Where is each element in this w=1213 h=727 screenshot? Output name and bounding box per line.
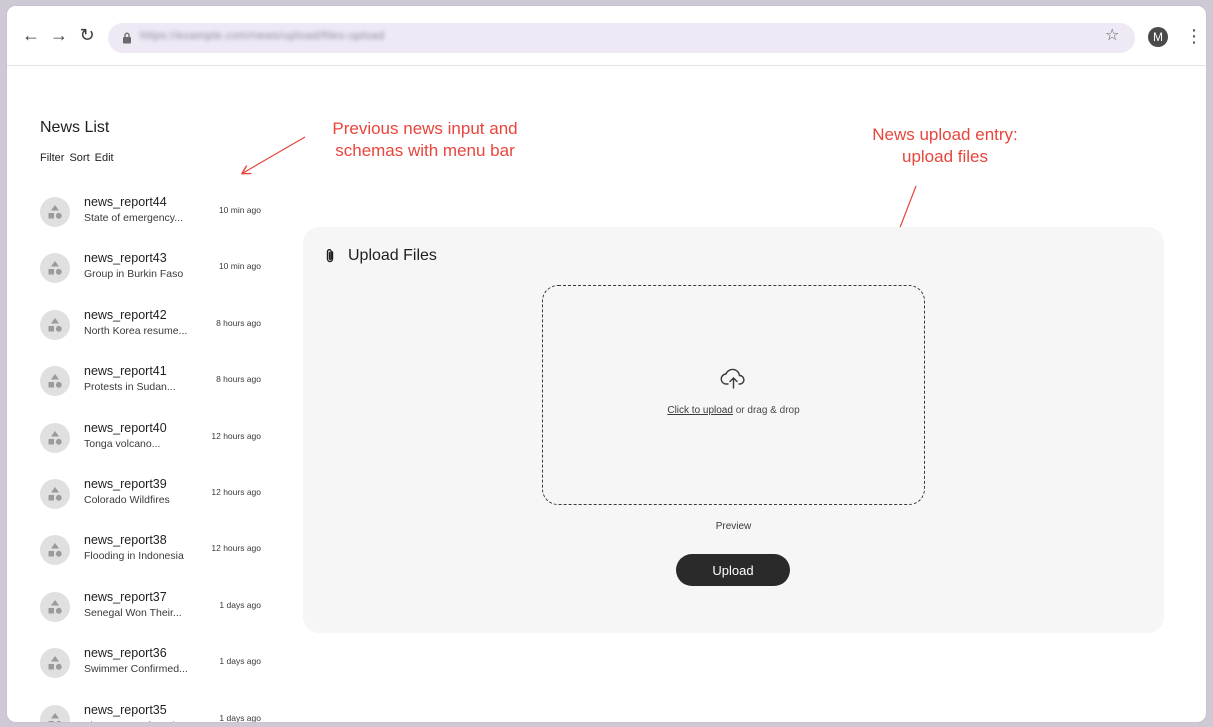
filter-menu-item[interactable]: Filter	[40, 152, 64, 164]
news-item-subtitle: Tonga volcano...	[84, 437, 161, 450]
shapes-placeholder-icon	[48, 712, 62, 722]
news-item-time: 10 min ago	[218, 261, 261, 272]
news-thumbnail	[40, 535, 70, 566]
shapes-placeholder-icon	[48, 599, 62, 614]
news-item-time: 12 hours ago	[211, 543, 261, 554]
news-list-item[interactable]: news_report39 Colorado Wildfires 12 hours …	[40, 477, 270, 533]
shapes-placeholder-icon	[48, 261, 62, 276]
url-text: https://example.com/news/upload/files-up…	[140, 30, 385, 42]
news-list-sidebar: News List Filter Sort Edit news_report44…	[40, 119, 270, 722]
upload-panel: Upload Files Click to upload or drag & d…	[303, 227, 1164, 633]
news-item-title: news_report35	[84, 702, 167, 717]
cloud-upload-icon	[720, 368, 745, 389]
news-list-item[interactable]: news_report43 Group in Burkin Faso 10 min …	[40, 251, 270, 307]
forward-icon[interactable]: →	[48, 24, 70, 46]
annotation-left: Previous news input and schemas with men…	[312, 118, 538, 162]
news-list-item[interactable]: news_report37 Senegal Won Their... 1 days …	[40, 590, 270, 646]
shapes-placeholder-icon	[48, 430, 62, 445]
annotation-left-line1: Previous news input and	[332, 119, 518, 138]
news-item-time: 12 hours ago	[211, 430, 261, 441]
news-thumbnail	[40, 648, 70, 679]
news-list: news_report44 State of emergency... 10 min…	[40, 195, 270, 723]
edit-menu-item[interactable]: Edit	[95, 152, 114, 164]
upload-button[interactable]: Upload	[676, 554, 790, 586]
upload-panel-header: Upload Files	[324, 247, 437, 265]
news-item-time: 1 days ago	[219, 599, 261, 610]
click-to-upload-link[interactable]: Click to upload	[667, 405, 733, 416]
news-list-item[interactable]: news_report38 Flooding in Indonesia 12 hou…	[40, 533, 270, 589]
annotation-right-line1: News upload entry:	[872, 125, 1018, 144]
news-item-title: news_report41	[84, 364, 167, 379]
news-item-time: 1 days ago	[219, 712, 261, 723]
news-item-title: news_report39	[84, 476, 167, 491]
news-item-subtitle: The Queen Of Englan...	[84, 720, 195, 722]
dropzone-hint: Click to upload or drag & drop	[543, 405, 924, 416]
more-menu-icon[interactable]: ⋮	[1185, 27, 1203, 47]
news-list-item[interactable]: news_report36 Swimmer Confirmed... 1 days …	[40, 646, 270, 702]
paperclip-icon	[326, 249, 334, 263]
address-bar[interactable]: https://example.com/news/upload/files-up…	[108, 23, 1135, 53]
news-item-time: 8 hours ago	[216, 374, 261, 385]
shapes-placeholder-icon	[48, 205, 62, 219]
news-thumbnail	[40, 253, 70, 284]
news-list-item[interactable]: news_report35 The Queen Of Englan... 1 day…	[40, 702, 270, 723]
news-item-time: 10 min ago	[218, 205, 261, 215]
news-item-title: news_report43	[84, 251, 167, 266]
reload-icon[interactable]: ↻	[76, 24, 98, 46]
annotation-left-line2: schemas with menu bar	[335, 141, 515, 160]
news-list-title: News List	[40, 119, 110, 136]
news-item-time: 1 days ago	[219, 656, 261, 667]
news-item-subtitle: Group in Burkin Faso	[84, 268, 184, 281]
upload-panel-title: Upload Files	[348, 247, 437, 264]
news-thumbnail	[40, 197, 70, 227]
news-list-item[interactable]: news_report40 Tonga volcano... 12 hours ag…	[40, 421, 270, 477]
news-list-item[interactable]: news_report44 State of emergency... 10 min…	[40, 195, 270, 251]
shapes-placeholder-icon	[48, 486, 62, 501]
news-item-subtitle: Protests in Sudan...	[84, 381, 176, 394]
annotation-right: News upload entry: upload files	[850, 124, 1040, 168]
bookmark-star-icon[interactable]: ☆	[1105, 28, 1121, 44]
news-item-title: news_report37	[84, 589, 167, 604]
news-item-subtitle: North Korea resume...	[84, 324, 188, 337]
news-item-subtitle: Senegal Won Their...	[84, 606, 182, 619]
browser-window: ← → ↻ https://example.com/news/upload/fi…	[6, 5, 1207, 723]
news-item-time: 8 hours ago	[216, 317, 261, 328]
news-thumbnail	[40, 366, 70, 397]
news-thumbnail	[40, 422, 70, 453]
shapes-placeholder-icon	[48, 317, 62, 332]
news-item-subtitle: Colorado Wildfires	[84, 493, 170, 506]
news-item-title: news_report38	[84, 533, 167, 548]
lock-icon	[123, 32, 131, 44]
drag-drop-text: or drag & drop	[732, 405, 800, 416]
preview-label: Preview	[715, 521, 752, 532]
file-dropzone[interactable]: Click to upload or drag & drop	[542, 285, 925, 505]
browser-toolbar: ← → ↻ https://example.com/news/upload/fi…	[7, 6, 1206, 66]
shapes-placeholder-icon	[48, 374, 62, 388]
back-icon[interactable]: ←	[20, 24, 42, 46]
news-item-subtitle: State of emergency...	[84, 212, 184, 224]
news-item-title: news_report44	[84, 195, 167, 209]
news-menu-bar: Filter Sort Edit	[40, 152, 270, 164]
news-item-subtitle: Flooding in Indonesia	[84, 550, 184, 563]
shapes-placeholder-icon	[48, 656, 62, 670]
annotation-right-line2: upload files	[901, 147, 988, 166]
sort-menu-item[interactable]: Sort	[69, 152, 89, 164]
shapes-placeholder-icon	[48, 543, 62, 558]
news-thumbnail	[40, 591, 70, 622]
news-item-subtitle: Swimmer Confirmed...	[84, 663, 188, 676]
news-list-item[interactable]: news_report41 Protests in Sudan... 8 hours…	[40, 364, 270, 420]
profile-avatar[interactable]: M	[1148, 27, 1168, 47]
news-thumbnail	[40, 309, 70, 340]
news-item-title: news_report36	[84, 646, 167, 661]
news-item-title: news_report42	[84, 307, 167, 322]
news-thumbnail	[40, 704, 70, 722]
news-item-time: 12 hours ago	[211, 486, 261, 497]
news-list-item[interactable]: news_report42 North Korea resume... 8 hour…	[40, 308, 270, 364]
news-thumbnail	[40, 478, 70, 509]
news-item-title: news_report40	[84, 420, 167, 435]
